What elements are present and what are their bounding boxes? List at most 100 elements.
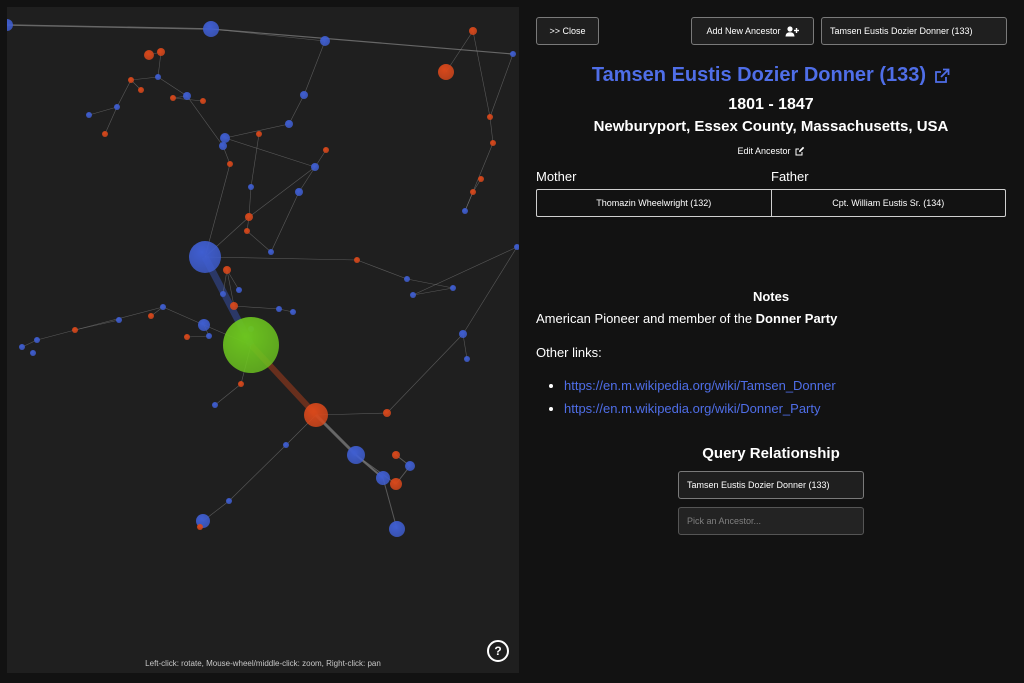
graph-svg[interactable]	[7, 7, 519, 673]
male-ancestor-node[interactable]	[203, 21, 219, 37]
mother-button[interactable]: Thomazin Wheelwright (132)	[537, 190, 771, 216]
male-ancestor-node[interactable]	[311, 163, 319, 171]
female-ancestor-node[interactable]	[200, 98, 206, 104]
male-ancestor-node[interactable]	[220, 133, 230, 143]
male-ancestor-node[interactable]	[300, 91, 308, 99]
female-ancestor-node[interactable]	[223, 266, 231, 274]
male-ancestor-node[interactable]	[30, 350, 36, 356]
male-ancestor-node[interactable]	[285, 120, 293, 128]
male-ancestor-node[interactable]	[405, 461, 415, 471]
male-ancestor-node[interactable]	[268, 249, 274, 255]
male-ancestor-node[interactable]	[236, 287, 242, 293]
female-ancestor-node[interactable]	[197, 524, 203, 530]
female-ancestor-node[interactable]	[157, 48, 165, 56]
query-from-input[interactable]: Tamsen Eustis Dozier Donner (133)	[678, 471, 864, 499]
male-ancestor-node[interactable]	[389, 521, 405, 537]
male-ancestor-node[interactable]	[220, 291, 226, 297]
graph-link	[224, 137, 316, 168]
male-ancestor-node[interactable]	[290, 309, 296, 315]
female-ancestor-node[interactable]	[487, 114, 493, 120]
male-ancestor-node[interactable]	[462, 208, 468, 214]
wikipedia-link-tamsen[interactable]: https://en.m.wikipedia.org/wiki/Tamsen_D…	[564, 378, 836, 393]
male-ancestor-node[interactable]	[183, 92, 191, 100]
edit-ancestor-link[interactable]: Edit Ancestor	[536, 146, 1006, 156]
female-ancestor-node[interactable]	[244, 228, 250, 234]
graph-link	[386, 333, 464, 414]
female-ancestor-node[interactable]	[470, 189, 476, 195]
female-ancestor-node[interactable]	[128, 77, 134, 83]
female-ancestor-node[interactable]	[245, 213, 253, 221]
male-ancestor-node[interactable]	[116, 317, 122, 323]
ancestor-graph-canvas[interactable]: Left-click: rotate, Mouse-wheel/middle-c…	[7, 7, 519, 673]
male-ancestor-node[interactable]	[7, 19, 13, 31]
male-ancestor-node[interactable]	[459, 330, 467, 338]
other-links-label: Other links:	[536, 345, 602, 360]
graph-link	[248, 186, 252, 218]
female-ancestor-node[interactable]	[490, 140, 496, 146]
female-ancestor-node[interactable]	[170, 95, 176, 101]
father-button[interactable]: Cpt. William Eustis Sr. (134)	[770, 190, 1006, 216]
female-ancestor-node[interactable]	[144, 50, 154, 60]
female-ancestor-node[interactable]	[72, 327, 78, 333]
external-link-icon[interactable]	[934, 68, 950, 84]
male-ancestor-node[interactable]	[212, 402, 218, 408]
female-ancestor-node[interactable]	[227, 161, 233, 167]
male-ancestor-node[interactable]	[206, 333, 212, 339]
male-ancestor-node[interactable]	[198, 319, 210, 331]
father-label: Father	[771, 169, 809, 184]
female-ancestor-node[interactable]	[230, 302, 238, 310]
male-ancestor-node[interactable]	[347, 446, 365, 464]
male-ancestor-node[interactable]	[276, 306, 282, 312]
female-ancestor-node[interactable]	[478, 176, 484, 182]
query-to-input[interactable]: Pick an Ancestor...	[678, 507, 864, 535]
close-button[interactable]: >> Close	[536, 17, 599, 45]
female-ancestor-node[interactable]	[392, 451, 400, 459]
male-ancestor-node[interactable]	[404, 276, 410, 282]
male-ancestor-node[interactable]	[450, 285, 456, 291]
add-new-ancestor-button[interactable]: Add New Ancestor	[691, 17, 814, 45]
male-ancestor-node[interactable]	[283, 442, 289, 448]
male-ancestor-node[interactable]	[34, 337, 40, 343]
female-ancestor-node[interactable]	[148, 313, 154, 319]
female-ancestor-node[interactable]	[354, 257, 360, 263]
male-ancestor-node[interactable]	[514, 244, 519, 250]
female-ancestor-node[interactable]	[102, 131, 108, 137]
wikipedia-link-donner-party[interactable]: https://en.m.wikipedia.org/wiki/Donner_P…	[564, 401, 821, 416]
male-ancestor-node[interactable]	[19, 344, 25, 350]
female-ancestor-node[interactable]	[138, 87, 144, 93]
female-ancestor-node[interactable]	[469, 27, 477, 35]
male-ancestor-node[interactable]	[160, 304, 166, 310]
male-ancestor-node[interactable]	[320, 36, 330, 46]
controls-hint: Left-click: rotate, Mouse-wheel/middle-c…	[145, 659, 381, 668]
male-ancestor-node[interactable]	[248, 184, 254, 190]
female-ancestor-node[interactable]	[238, 381, 244, 387]
male-ancestor-node[interactable]	[189, 241, 221, 273]
male-ancestor-node[interactable]	[226, 498, 232, 504]
male-ancestor-node[interactable]	[464, 356, 470, 362]
male-ancestor-node[interactable]	[376, 471, 390, 485]
ancestor-details-panel: >> Close Add New Ancestor Tamsen Eustis …	[520, 0, 1024, 683]
male-ancestor-node[interactable]	[155, 74, 161, 80]
female-ancestor-node[interactable]	[383, 409, 391, 417]
edit-ancestor-label: Edit Ancestor	[737, 146, 791, 156]
male-ancestor-node[interactable]	[410, 292, 416, 298]
graph-link	[270, 191, 300, 253]
selected-ancestor-node[interactable]	[223, 317, 279, 373]
ancestor-search-input[interactable]: Tamsen Eustis Dozier Donner (133)	[821, 17, 1007, 45]
male-ancestor-node[interactable]	[86, 112, 92, 118]
female-ancestor-node[interactable]	[184, 334, 190, 340]
male-ancestor-node[interactable]	[219, 142, 227, 150]
ancestor-name-link[interactable]: Tamsen Eustis Dozier Donner (133)	[536, 64, 1006, 87]
graph-link	[233, 305, 280, 310]
female-ancestor-node[interactable]	[256, 131, 262, 137]
male-ancestor-node[interactable]	[114, 104, 120, 110]
notes-heading: Notes	[752, 289, 790, 304]
help-icon[interactable]: ?	[487, 640, 509, 662]
male-ancestor-node[interactable]	[295, 188, 303, 196]
female-ancestor-node[interactable]	[304, 403, 328, 427]
female-ancestor-node[interactable]	[438, 64, 454, 80]
female-ancestor-node[interactable]	[390, 478, 402, 490]
male-ancestor-node[interactable]	[510, 51, 516, 57]
female-ancestor-node[interactable]	[323, 147, 329, 153]
graph-link	[130, 76, 159, 81]
